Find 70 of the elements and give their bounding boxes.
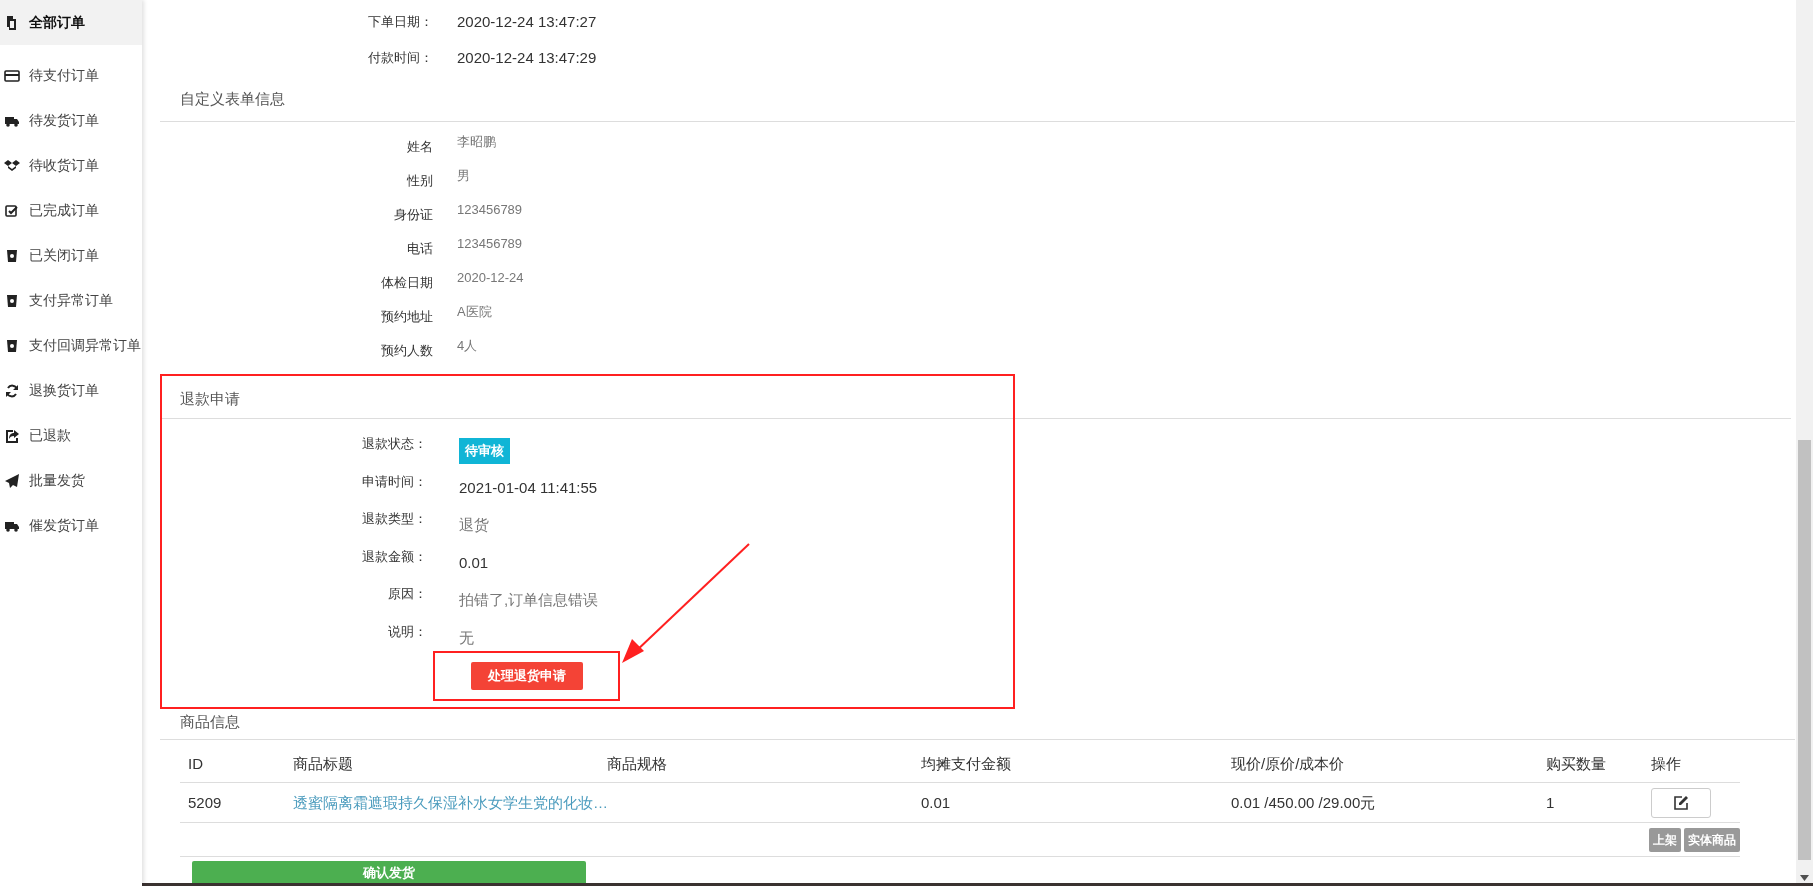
column-header: 均摊支付金额 <box>920 753 1012 774</box>
sidebar-item[interactable]: 批量发货 <box>0 458 142 503</box>
sidebar-item[interactable]: 已完成订单 <box>0 188 142 233</box>
field-value: 123456789 <box>457 201 523 217</box>
check-icon <box>4 202 20 219</box>
field-label: 原因： <box>387 585 427 603</box>
edit-icon <box>1673 794 1689 811</box>
field-label: 姓名 <box>406 137 433 156</box>
plane-icon <box>4 472 20 489</box>
field-value: 2020-12-24 13:47:29 <box>457 49 597 66</box>
cup-icon <box>4 337 20 354</box>
field-value: 0.01 <box>459 553 489 571</box>
field-value: 退货 <box>459 516 489 533</box>
table-cell: 1 <box>1546 793 1555 811</box>
column-header: 操作 <box>1650 753 1682 774</box>
section-title: 商品信息 <box>179 711 241 732</box>
share-icon <box>4 427 20 444</box>
field-value: A医院 <box>457 303 492 319</box>
sidebar-item[interactable]: 全部订单 <box>0 0 142 45</box>
table-cell: 5209 <box>188 793 222 811</box>
field-value: 李昭鹏 <box>457 133 496 149</box>
field-label: 预约地址 <box>380 307 433 326</box>
field-label: 电话 <box>406 239 433 258</box>
product-tag: 实体商品 <box>1684 827 1740 852</box>
field-value: 2021-01-04 11:41:55 <box>459 478 598 496</box>
field-value: 123456789 <box>457 235 523 251</box>
sidebar-item[interactable]: 催发货订单 <box>0 503 142 548</box>
field-label: 付款时间： <box>367 49 433 68</box>
field-label: 体检日期 <box>380 273 433 292</box>
field-label: 下单日期： <box>367 13 433 32</box>
column-header: 商品规格 <box>606 753 668 774</box>
cup-icon <box>4 247 20 264</box>
product-tag: 上架 <box>1649 827 1681 852</box>
status-badge: 待审核 <box>459 438 510 464</box>
section-title: 自定义表单信息 <box>179 89 286 109</box>
field-value: 无 <box>459 628 474 646</box>
section-title: 退款申请 <box>179 388 241 409</box>
field-label: 申请时间： <box>361 472 427 491</box>
table-cell: 0.01 <box>921 793 951 811</box>
column-header: 现价/原价/成本价 <box>1230 753 1346 774</box>
field-label: 身份证 <box>393 205 433 224</box>
cup-icon <box>4 292 20 309</box>
field-value: 2020-12-24 13:47:27 <box>457 13 597 30</box>
field-label: 退款金额： <box>361 547 427 566</box>
edit-button[interactable] <box>1651 787 1711 818</box>
sidebar-item[interactable]: 待收货订单 <box>0 143 142 188</box>
sidebar-item[interactable]: 已关闭订单 <box>0 233 142 278</box>
refresh-icon <box>4 382 20 399</box>
column-header: 商品标题 <box>292 753 354 774</box>
field-label: 退款类型： <box>361 510 427 528</box>
field-label: 退款状态： <box>361 435 427 453</box>
field-value: 男 <box>457 167 470 183</box>
field-value: 4人 <box>457 337 478 353</box>
card-icon <box>4 67 20 84</box>
sidebar-item[interactable]: 支付异常订单 <box>0 278 142 323</box>
box-icon <box>4 157 20 174</box>
field-label: 性别 <box>406 171 433 190</box>
table-cell: 0.01 /450.00 /29.00元 <box>1231 793 1376 811</box>
scroll-down-icon[interactable] <box>1800 875 1809 881</box>
field-label: 说明： <box>387 622 427 641</box>
process-refund-button[interactable]: 处理退货申请 <box>470 661 583 690</box>
sidebar-item[interactable]: 待发货订单 <box>0 98 142 143</box>
field-label: 预约人数 <box>380 341 433 360</box>
column-header: 购买数量 <box>1545 753 1607 774</box>
column-header: ID <box>187 753 204 774</box>
sidebar-item[interactable]: 待支付订单 <box>0 53 142 98</box>
sidebar-item[interactable]: 已退款 <box>0 413 142 458</box>
field-value: 2020-12-24 <box>457 269 524 285</box>
sidebar-item[interactable]: 退换货订单 <box>0 368 142 413</box>
sidebar-item[interactable]: 支付回调异常订单 <box>0 323 142 368</box>
